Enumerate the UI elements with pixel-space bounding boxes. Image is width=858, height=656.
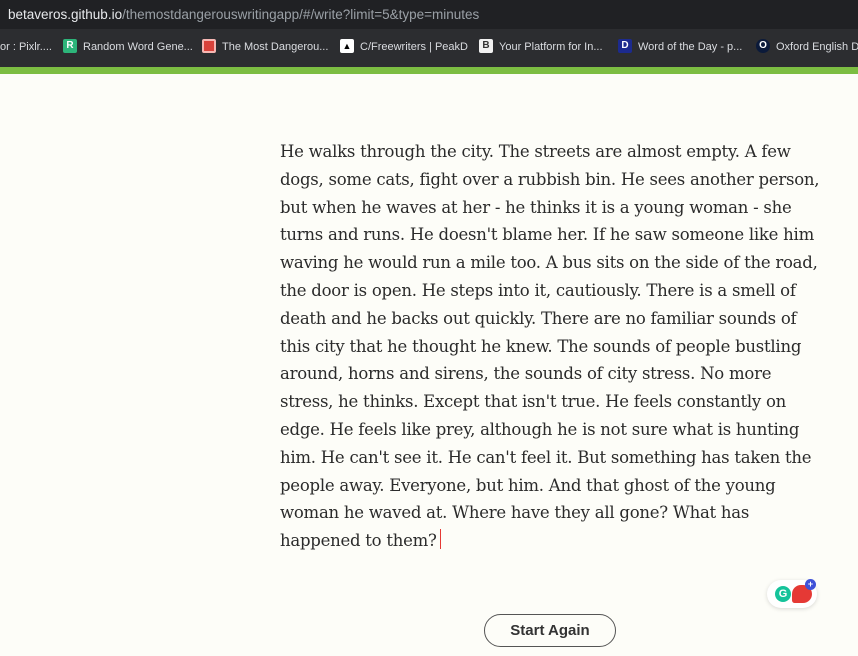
address-bar[interactable]: betaveros.github.io/themostdangerouswrit…: [0, 0, 858, 29]
bookmark-label: Random Word Gene...: [83, 41, 193, 53]
progress-fill: [0, 67, 858, 74]
grammar-extension-badge[interactable]: G +: [767, 579, 817, 608]
oxford-icon: O: [756, 39, 770, 54]
bookmark-label: or : Pixlr....: [0, 41, 52, 53]
writing-area[interactable]: He walks through the city. The streets a…: [280, 138, 825, 555]
grammarly-icon: G: [775, 586, 791, 602]
session-progress-bar: [0, 67, 858, 74]
bookmark-label: Word of the Day - p...: [638, 41, 743, 53]
dangerous-writing-icon: [202, 39, 216, 54]
bookmark-platform[interactable]: B Your Platform for In...: [479, 29, 603, 67]
random-word-icon: R: [63, 39, 77, 54]
bookmark-label: The Most Dangerou...: [222, 41, 329, 53]
bookmark-peakd[interactable]: ▲ C/Freewriters | PeakD: [340, 29, 468, 67]
bookmark-pixlr[interactable]: or : Pixlr....: [0, 29, 52, 67]
bookmark-label: Oxford English Dic...: [776, 41, 858, 53]
text-caret: [439, 529, 442, 550]
bookmark-oxford[interactable]: O Oxford English Dic...: [756, 29, 858, 67]
bookmark-label: Your Platform for In...: [499, 41, 603, 53]
bookmark-random-word[interactable]: R Random Word Gene...: [63, 29, 193, 67]
writing-text: He walks through the city. The streets a…: [280, 142, 820, 551]
platform-icon: B: [479, 39, 493, 54]
bookmark-label: C/Freewriters | PeakD: [360, 41, 468, 53]
peakd-icon: ▲: [340, 39, 354, 54]
url-host: betaveros.github.io: [8, 7, 123, 22]
dictionary-icon: D: [618, 39, 632, 54]
url-path: /themostdangerouswritingapp/#/write?limi…: [122, 7, 480, 22]
bookmark-word-of-day[interactable]: D Word of the Day - p...: [618, 29, 742, 67]
bookmarks-bar: or : Pixlr.... R Random Word Gene... The …: [0, 29, 858, 67]
plus-icon: +: [805, 579, 816, 590]
bookmark-most-dangerous[interactable]: The Most Dangerou...: [202, 29, 328, 67]
start-again-button[interactable]: Start Again: [484, 614, 616, 647]
